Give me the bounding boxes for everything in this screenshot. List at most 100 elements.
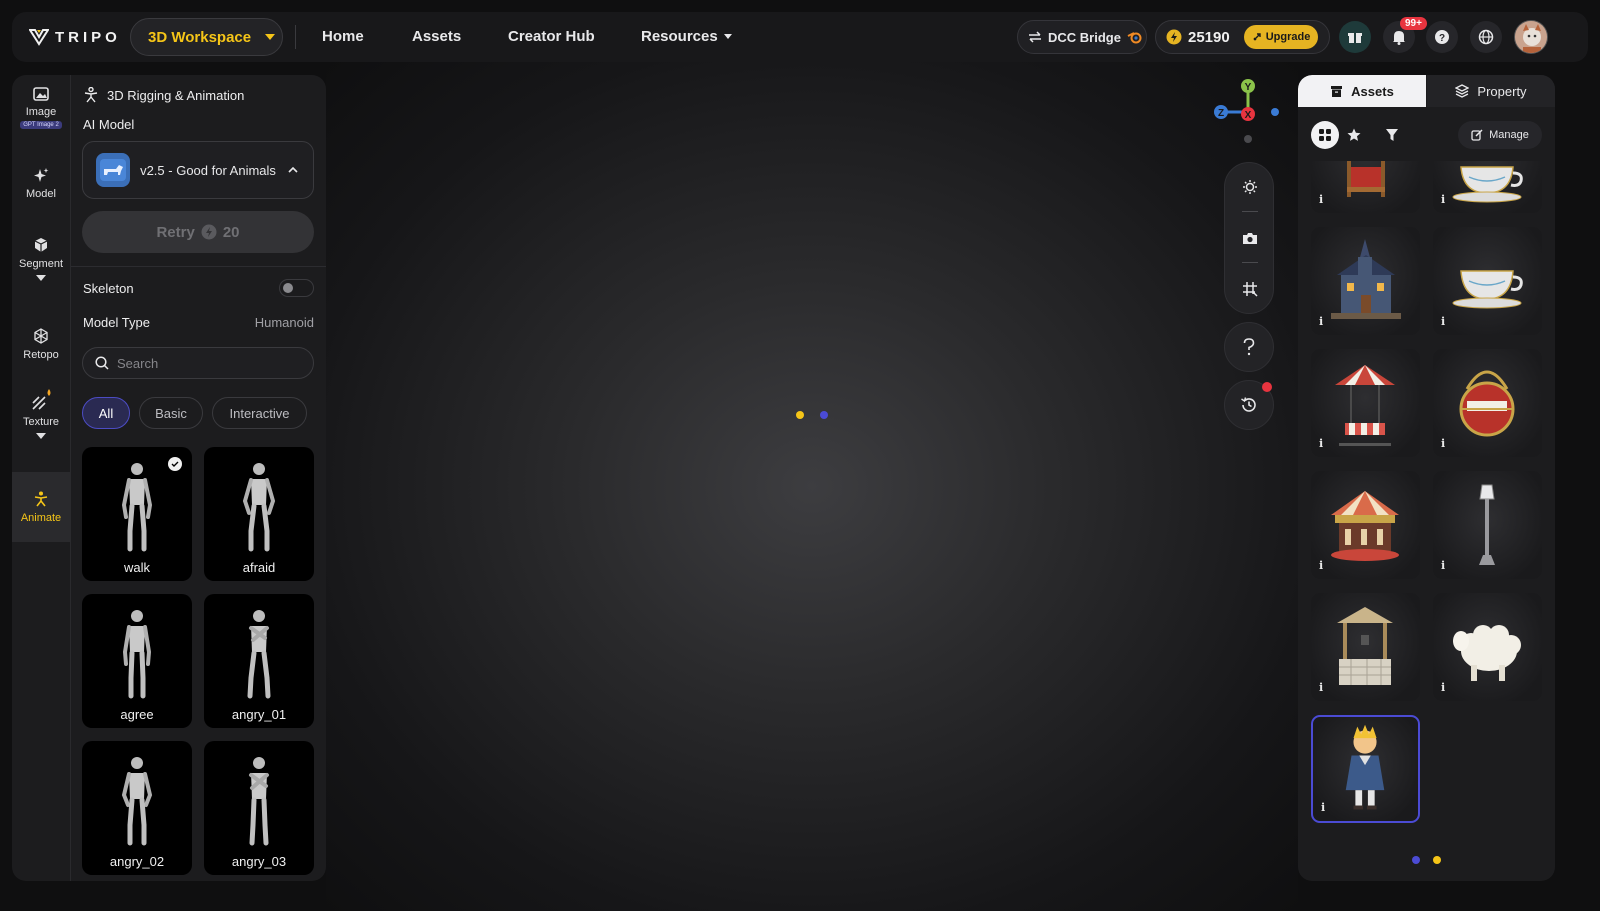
logo-text: TRIPO [55,28,121,46]
asset-well[interactable]: i [1311,593,1420,701]
retry-cost: 20 [222,223,240,241]
running-figure-icon [34,491,48,506]
axis-gizmo[interactable]: Y Z X [1210,76,1284,148]
asset-ferris-cabin[interactable]: i [1433,349,1542,457]
filter-button[interactable] [1378,121,1406,149]
axis-z-label: Z [1218,108,1224,119]
search-icon [95,356,109,370]
dcc-bridge-button[interactable]: DCC Bridge [1017,20,1147,54]
loading-dot-yellow [796,411,804,419]
viewport-toolbar [1224,162,1274,314]
axis-x-label: X [1245,110,1252,121]
nav-resources[interactable]: Resources [641,28,732,45]
tripo-logo[interactable]: TRIPO [29,28,121,46]
asset-teacup-2[interactable]: i [1433,227,1542,335]
language-button[interactable] [1470,21,1502,53]
asset-info-icon[interactable]: i [1441,559,1445,572]
rail-item-image[interactable]: Image GPT Image 2 [12,87,70,129]
loading-dot-yellow [1433,856,1441,864]
gift-button[interactable] [1339,21,1371,53]
view-all-button[interactable] [1311,121,1339,149]
animation-name: angry_02 [109,854,165,869]
help-button[interactable] [1224,322,1274,372]
manage-button[interactable]: Manage [1458,121,1542,149]
history-notification-dot [1262,382,1272,392]
asset-info-icon[interactable]: i [1441,437,1445,450]
3d-viewport[interactable] [326,62,1298,911]
animation-card-afraid[interactable]: afraid [204,447,314,581]
workspace-dropdown[interactable]: 3D Workspace [130,18,283,56]
search-input[interactable] [117,355,307,371]
animation-card-agree[interactable]: agree [82,594,192,728]
asset-street-lamp[interactable]: i [1433,471,1542,579]
tab-property[interactable]: Property [1427,75,1555,107]
asset-info-icon[interactable]: i [1441,315,1445,328]
rail-item-animate[interactable]: Animate [12,472,70,542]
sun-icon [1243,180,1257,194]
asset-sheep[interactable]: i [1433,593,1542,701]
filter-interactive[interactable]: Interactive [212,397,307,429]
screenshot-button[interactable] [1238,226,1262,250]
asset-chair[interactable]: i [1311,161,1420,213]
grid-toggle-button[interactable] [1238,277,1262,301]
rail-item-model[interactable]: Model [12,167,70,200]
mannequin-figure [121,463,153,552]
filter-basic[interactable]: Basic [139,397,203,429]
assets-panel: Assets Property Manage i i i i i i i i i… [1298,75,1555,881]
chevron-up-icon [288,167,298,173]
asset-info-icon[interactable]: i [1319,193,1323,206]
asset-boy-character[interactable]: i [1311,715,1420,823]
model-name: v2.5 - Good for Animals [140,162,276,178]
asset-haunted-house[interactable]: i [1311,227,1420,335]
nav-creator-hub-label: Creator Hub [508,28,595,45]
grid-icon [1243,282,1258,297]
filter-all[interactable]: All [82,397,130,429]
asset-info-icon[interactable]: i [1319,559,1323,572]
upgrade-button[interactable]: Upgrade [1243,25,1319,49]
assets-grid: i i i i i i i i i i i [1311,161,1543,841]
skeleton-toggle[interactable] [279,279,314,297]
asset-info-icon[interactable]: i [1441,681,1445,694]
mannequin-figure [242,463,276,552]
rail-item-retopo[interactable]: Retopo [12,328,70,361]
lamp-thumbnail [1479,484,1495,565]
nav-home[interactable]: Home [322,28,364,45]
favorites-filter-button[interactable] [1340,121,1368,149]
user-avatar[interactable] [1514,20,1548,54]
asset-info-icon[interactable]: i [1319,315,1323,328]
rail-item-texture[interactable]: Texture [12,389,70,439]
lightning-coin-icon [201,224,217,240]
nav-assets-label: Assets [412,28,462,45]
model-type-value[interactable]: Humanoid [255,315,314,330]
animation-card-angry-02[interactable]: angry_02 [82,741,192,875]
asset-teacup-1[interactable]: i [1433,161,1542,213]
animation-card-angry-01[interactable]: angry_01 [204,594,314,728]
ai-model-select[interactable]: v2.5 - Good for Animals [82,141,314,199]
divider [295,25,296,49]
nav-creator-hub[interactable]: Creator Hub [508,28,595,45]
asset-carousel[interactable]: i [1311,471,1420,579]
dog-icon [100,159,126,181]
help-chat-button[interactable]: ? [1426,21,1458,53]
asset-info-icon[interactable]: i [1441,193,1445,206]
asset-swing[interactable]: i [1311,349,1420,457]
asset-info-icon[interactable]: i [1319,681,1323,694]
tab-assets[interactable]: Assets [1298,75,1426,107]
animation-card-angry-03[interactable]: angry_03 [204,741,314,875]
caret-down-icon[interactable] [36,433,46,439]
cabin-thumbnail [1459,370,1515,437]
caret-down-icon[interactable] [36,275,46,281]
texture-icon [32,389,51,410]
credits-pill[interactable]: 25190 Upgrade [1155,20,1330,54]
funnel-icon [1386,129,1398,141]
nav-assets[interactable]: Assets [412,28,461,45]
upgrade-label: Upgrade [1265,31,1311,43]
lighting-button[interactable] [1238,175,1262,199]
animation-card-walk[interactable]: walk [82,447,192,581]
rail-item-segment[interactable]: Segment [12,237,70,281]
asset-info-icon[interactable]: i [1319,437,1323,450]
rail-item-segment-label: Segment [18,258,64,270]
asset-info-icon[interactable]: i [1321,801,1325,814]
mannequin-figure [249,757,269,846]
retry-button[interactable]: Retry 20 [82,211,314,253]
